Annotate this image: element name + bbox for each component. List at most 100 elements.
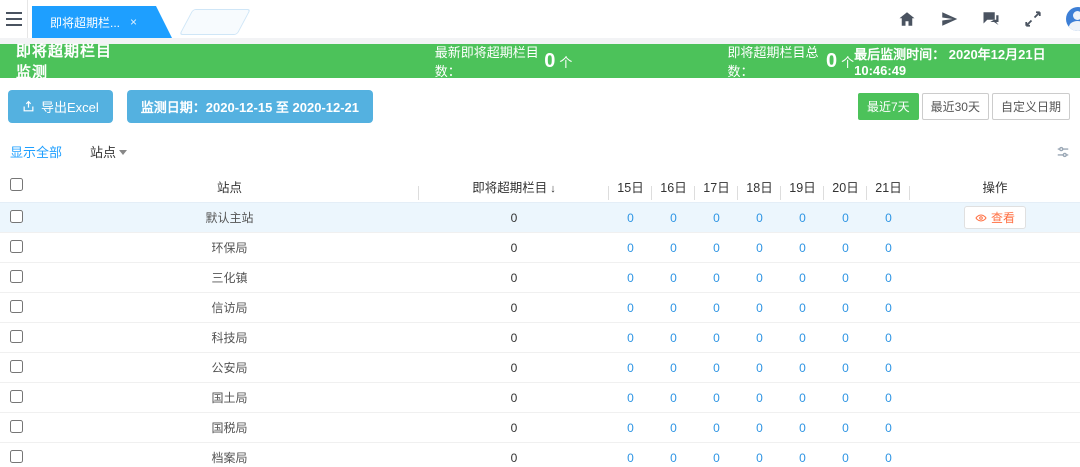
day-value-cell: 0 bbox=[824, 271, 867, 285]
expiring-count-cell: 0 bbox=[419, 331, 609, 345]
date-range-button[interactable]: 监测日期：2020-12-15 至 2020-12-21 bbox=[127, 90, 373, 123]
menu-toggle-icon[interactable] bbox=[0, 0, 28, 38]
row-checkbox[interactable] bbox=[10, 420, 23, 433]
site-dropdown-label: 站点 bbox=[90, 142, 116, 161]
day-value-cell: 0 bbox=[781, 241, 824, 255]
row-checkbox-cell bbox=[0, 390, 40, 406]
day-value-cell: 0 bbox=[695, 241, 738, 255]
table-row: 国税局00000000 bbox=[0, 412, 1080, 442]
day-value-cell: 0 bbox=[652, 331, 695, 345]
day-value-cell: 0 bbox=[738, 331, 781, 345]
row-checkbox-cell bbox=[0, 210, 40, 226]
eye-icon bbox=[975, 212, 987, 224]
day-value-cell: 0 bbox=[695, 331, 738, 345]
view-button[interactable]: 查看 bbox=[964, 206, 1026, 229]
fullscreen-icon[interactable] bbox=[1024, 10, 1042, 28]
date-range-label: 监测日期：2020-12-15 至 2020-12-21 bbox=[141, 97, 359, 116]
toolbar: 导出Excel 监测日期：2020-12-15 至 2020-12-21 最近7… bbox=[0, 78, 1080, 133]
row-checkbox[interactable] bbox=[10, 210, 23, 223]
day-value-cell: 0 bbox=[824, 421, 867, 435]
column-day20: 20日 bbox=[824, 177, 867, 196]
day-value-cell: 0 bbox=[609, 421, 652, 435]
expiring-count-cell: 0 bbox=[419, 361, 609, 375]
row-checkbox[interactable] bbox=[10, 300, 23, 313]
day-value-cell: 0 bbox=[781, 211, 824, 225]
day-value-cell: 0 bbox=[867, 391, 910, 405]
day-value-cell: 0 bbox=[738, 301, 781, 315]
day-value-cell: 0 bbox=[824, 331, 867, 345]
tab-close-icon[interactable]: × bbox=[130, 15, 137, 29]
day-value-cell: 0 bbox=[738, 271, 781, 285]
user-avatar[interactable] bbox=[1066, 7, 1080, 31]
table-row: 公安局00000000 bbox=[0, 352, 1080, 382]
column-day15: 15日 bbox=[609, 177, 652, 196]
day-value-cell: 0 bbox=[824, 301, 867, 315]
expiring-count-cell: 0 bbox=[419, 451, 609, 465]
day-value-cell: 0 bbox=[609, 301, 652, 315]
table-row: 科技局00000000 bbox=[0, 322, 1080, 352]
row-checkbox[interactable] bbox=[10, 360, 23, 373]
row-checkbox-cell bbox=[0, 330, 40, 346]
column-settings-icon[interactable] bbox=[1056, 145, 1070, 159]
day-value-cell: 0 bbox=[824, 241, 867, 255]
stat-total-label: 即将超期栏目总数： bbox=[727, 42, 822, 80]
row-checkbox[interactable] bbox=[10, 450, 23, 463]
day-value-cell: 0 bbox=[867, 361, 910, 375]
send-icon[interactable] bbox=[940, 10, 958, 28]
day-value-cell: 0 bbox=[781, 421, 824, 435]
site-name-cell: 国税局 bbox=[40, 419, 419, 436]
column-day21: 21日 bbox=[867, 177, 910, 196]
row-checkbox-cell bbox=[0, 300, 40, 316]
expiring-count-cell: 0 bbox=[419, 421, 609, 435]
day-value-cell: 0 bbox=[781, 331, 824, 345]
day-value-cell: 0 bbox=[738, 241, 781, 255]
column-day18: 18日 bbox=[738, 177, 781, 196]
messages-icon[interactable] bbox=[982, 10, 1000, 28]
select-all-checkbox[interactable] bbox=[10, 178, 23, 191]
topbar-actions bbox=[898, 0, 1080, 38]
chevron-down-icon bbox=[119, 150, 127, 155]
range-7days-button[interactable]: 最近7天 bbox=[858, 93, 919, 120]
stat-latest-unit: 个 bbox=[559, 52, 572, 71]
stat-total-unit: 个 bbox=[841, 52, 854, 71]
row-checkbox[interactable] bbox=[10, 270, 23, 283]
day-value-cell: 0 bbox=[824, 451, 867, 465]
row-checkbox-cell bbox=[0, 240, 40, 256]
filter-row: 显示全部 站点 bbox=[0, 133, 1080, 170]
column-expiring-label: 即将超期栏目 bbox=[472, 181, 547, 195]
day-value-cell: 0 bbox=[867, 271, 910, 285]
day-value-cell: 0 bbox=[738, 391, 781, 405]
site-dropdown[interactable]: 站点 bbox=[90, 142, 127, 161]
day-value-cell: 0 bbox=[738, 451, 781, 465]
table-row: 默认主站00000000查看 bbox=[0, 202, 1080, 232]
row-checkbox-cell bbox=[0, 360, 40, 376]
tab-bar: 即将超期栏... × bbox=[0, 0, 1080, 38]
export-excel-button[interactable]: 导出Excel bbox=[8, 90, 113, 123]
day-value-cell: 0 bbox=[652, 421, 695, 435]
row-checkbox[interactable] bbox=[10, 240, 23, 253]
site-name-cell: 科技局 bbox=[40, 329, 419, 346]
column-day16: 16日 bbox=[652, 177, 695, 196]
range-custom-button[interactable]: 自定义日期 bbox=[992, 93, 1070, 120]
day-value-cell: 0 bbox=[609, 241, 652, 255]
tab-ghost bbox=[179, 9, 251, 35]
expiring-count-cell: 0 bbox=[419, 391, 609, 405]
day-value-cell: 0 bbox=[781, 301, 824, 315]
table-row: 三化镇00000000 bbox=[0, 262, 1080, 292]
range-30days-button[interactable]: 最近30天 bbox=[922, 93, 989, 120]
show-all-link[interactable]: 显示全部 bbox=[10, 142, 62, 161]
tab-expiring-monitor[interactable]: 即将超期栏... × bbox=[32, 6, 172, 38]
table-row: 国土局00000000 bbox=[0, 382, 1080, 412]
page-title: 即将超期栏目监测 bbox=[16, 40, 125, 82]
row-checkbox[interactable] bbox=[10, 330, 23, 343]
day-value-cell: 0 bbox=[738, 361, 781, 375]
select-all-cell bbox=[0, 178, 40, 194]
row-checkbox[interactable] bbox=[10, 390, 23, 403]
day-value-cell: 0 bbox=[609, 391, 652, 405]
day-value-cell: 0 bbox=[652, 361, 695, 375]
column-expiring-sortable[interactable]: 即将超期栏目↓ bbox=[419, 177, 609, 196]
home-icon[interactable] bbox=[898, 10, 916, 28]
row-checkbox-cell bbox=[0, 420, 40, 436]
day-value-cell: 0 bbox=[867, 451, 910, 465]
stat-total-expiring: 即将超期栏目总数： 0 个 bbox=[727, 42, 854, 80]
